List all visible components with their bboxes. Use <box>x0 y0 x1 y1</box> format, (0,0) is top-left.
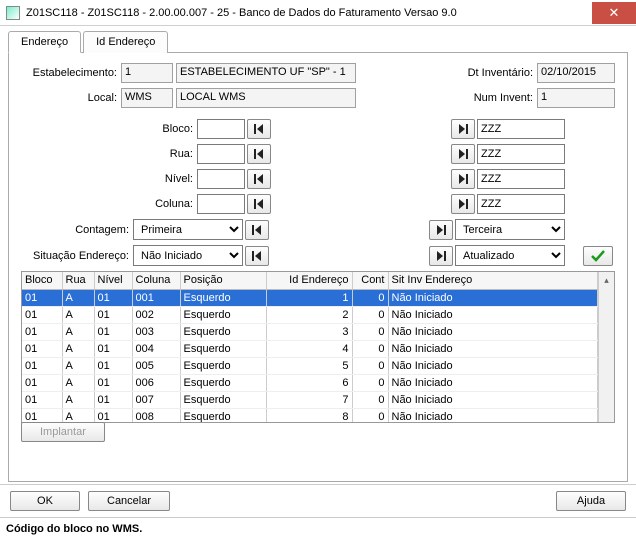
bloco-to-input[interactable] <box>477 119 565 139</box>
help-button[interactable]: Ajuda <box>556 491 626 511</box>
estabelecimento-cod: 1 <box>121 63 173 83</box>
last-button-situacao[interactable] <box>429 246 453 266</box>
last-button-rua[interactable] <box>451 144 475 164</box>
rua-to-input[interactable] <box>477 144 565 164</box>
th-sit-inv[interactable]: Sit Inv Endereço <box>388 272 598 289</box>
label-num-invent: Num Invent: <box>457 92 537 104</box>
rua-from-input[interactable] <box>197 144 245 164</box>
label-coluna: Coluna: <box>21 198 197 210</box>
table-row[interactable]: 01A01003Esquerdo30Não Iniciado <box>22 323 598 340</box>
table-row[interactable]: 01A01004Esquerdo40Não Iniciado <box>22 340 598 357</box>
th-cont[interactable]: Cont <box>352 272 388 289</box>
first-icon <box>252 225 262 235</box>
th-posicao[interactable]: Posição <box>180 272 266 289</box>
dt-inventario: 02/10/2015 <box>537 63 615 83</box>
first-button-situacao[interactable] <box>245 246 269 266</box>
tab-id-endereco[interactable]: Id Endereço <box>83 31 168 53</box>
vertical-scrollbar[interactable]: ▴ <box>598 272 614 422</box>
th-rua[interactable]: Rua <box>62 272 94 289</box>
th-nivel[interactable]: Nível <box>94 272 132 289</box>
dialog-buttons: OK Cancelar Ajuda <box>0 484 636 518</box>
label-estabelecimento: Estabelecimento: <box>21 67 121 79</box>
table-row[interactable]: 01A01006Esquerdo60Não Iniciado <box>22 374 598 391</box>
tab-panel-endereco: Estabelecimento: 1 ESTABELECIMENTO UF "S… <box>8 52 628 482</box>
label-dt-inventario: Dt Inventário: <box>457 67 537 79</box>
last-button-bloco[interactable] <box>451 119 475 139</box>
label-contagem: Contagem: <box>21 224 133 236</box>
first-button-rua[interactable] <box>247 144 271 164</box>
first-button-coluna[interactable] <box>247 194 271 214</box>
coluna-to-input[interactable] <box>477 194 565 214</box>
first-button-bloco[interactable] <box>247 119 271 139</box>
window-title: Z01SC118 - Z01SC118 - 2.00.00.007 - 25 -… <box>26 7 592 19</box>
status-bar: Código do bloco no WMS. <box>0 518 636 540</box>
last-button-nivel[interactable] <box>451 169 475 189</box>
nivel-from-input[interactable] <box>197 169 245 189</box>
nivel-to-input[interactable] <box>477 169 565 189</box>
table-row[interactable]: 01A01008Esquerdo80Não Iniciado <box>22 408 598 422</box>
app-icon <box>6 6 20 20</box>
contagem-to-select[interactable]: Terceira <box>455 219 565 240</box>
num-invent: 1 <box>537 88 615 108</box>
tab-endereco[interactable]: Endereço <box>8 31 81 53</box>
last-icon <box>458 149 468 159</box>
implantar-button[interactable]: Implantar <box>21 422 105 442</box>
contagem-from-select[interactable]: Primeira <box>133 219 243 240</box>
first-icon <box>252 251 262 261</box>
table-row[interactable]: 01A01007Esquerdo70Não Iniciado <box>22 391 598 408</box>
coluna-from-input[interactable] <box>197 194 245 214</box>
last-button-coluna[interactable] <box>451 194 475 214</box>
label-situacao: Situação Endereço: <box>21 250 133 262</box>
table-row[interactable]: 01A01005Esquerdo50Não Iniciado <box>22 357 598 374</box>
local-nome: LOCAL WMS <box>176 88 356 108</box>
first-icon <box>254 199 264 209</box>
last-icon <box>458 174 468 184</box>
first-icon <box>254 174 264 184</box>
table-row[interactable]: 01A01002Esquerdo20Não Iniciado <box>22 306 598 323</box>
last-icon <box>436 225 446 235</box>
situacao-to-select[interactable]: Atualizado <box>455 245 565 266</box>
close-icon: ✕ <box>609 5 620 21</box>
th-bloco[interactable]: Bloco <box>22 272 62 289</box>
label-rua: Rua: <box>21 148 197 160</box>
close-button[interactable]: ✕ <box>592 2 636 24</box>
scroll-up-icon[interactable]: ▴ <box>603 274 610 287</box>
first-icon <box>254 124 264 134</box>
table-container: Bloco Rua Nível Coluna Posição Id Endere… <box>21 271 615 423</box>
check-icon <box>591 250 605 262</box>
local-cod: WMS <box>121 88 173 108</box>
label-local: Local: <box>21 92 121 104</box>
first-button-contagem[interactable] <box>245 220 269 240</box>
ok-button[interactable]: OK <box>10 491 80 511</box>
cancel-button[interactable]: Cancelar <box>88 491 170 511</box>
last-icon <box>458 199 468 209</box>
first-button-nivel[interactable] <box>247 169 271 189</box>
confirm-button[interactable] <box>583 246 613 266</box>
first-icon <box>254 149 264 159</box>
titlebar: Z01SC118 - Z01SC118 - 2.00.00.007 - 25 -… <box>0 0 636 26</box>
th-id-endereco[interactable]: Id Endereço <box>266 272 352 289</box>
estabelecimento-nome: ESTABELECIMENTO UF "SP" - 1 <box>176 63 356 83</box>
th-coluna[interactable]: Coluna <box>132 272 180 289</box>
bloco-from-input[interactable] <box>197 119 245 139</box>
last-button-contagem[interactable] <box>429 220 453 240</box>
last-icon <box>436 251 446 261</box>
table-row[interactable]: 01A01001Esquerdo10Não Iniciado <box>22 289 598 306</box>
situacao-from-select[interactable]: Não Iniciado <box>133 245 243 266</box>
last-icon <box>458 124 468 134</box>
label-nivel: Nível: <box>21 173 197 185</box>
address-table[interactable]: Bloco Rua Nível Coluna Posição Id Endere… <box>22 272 598 422</box>
label-bloco: Bloco: <box>21 123 197 135</box>
